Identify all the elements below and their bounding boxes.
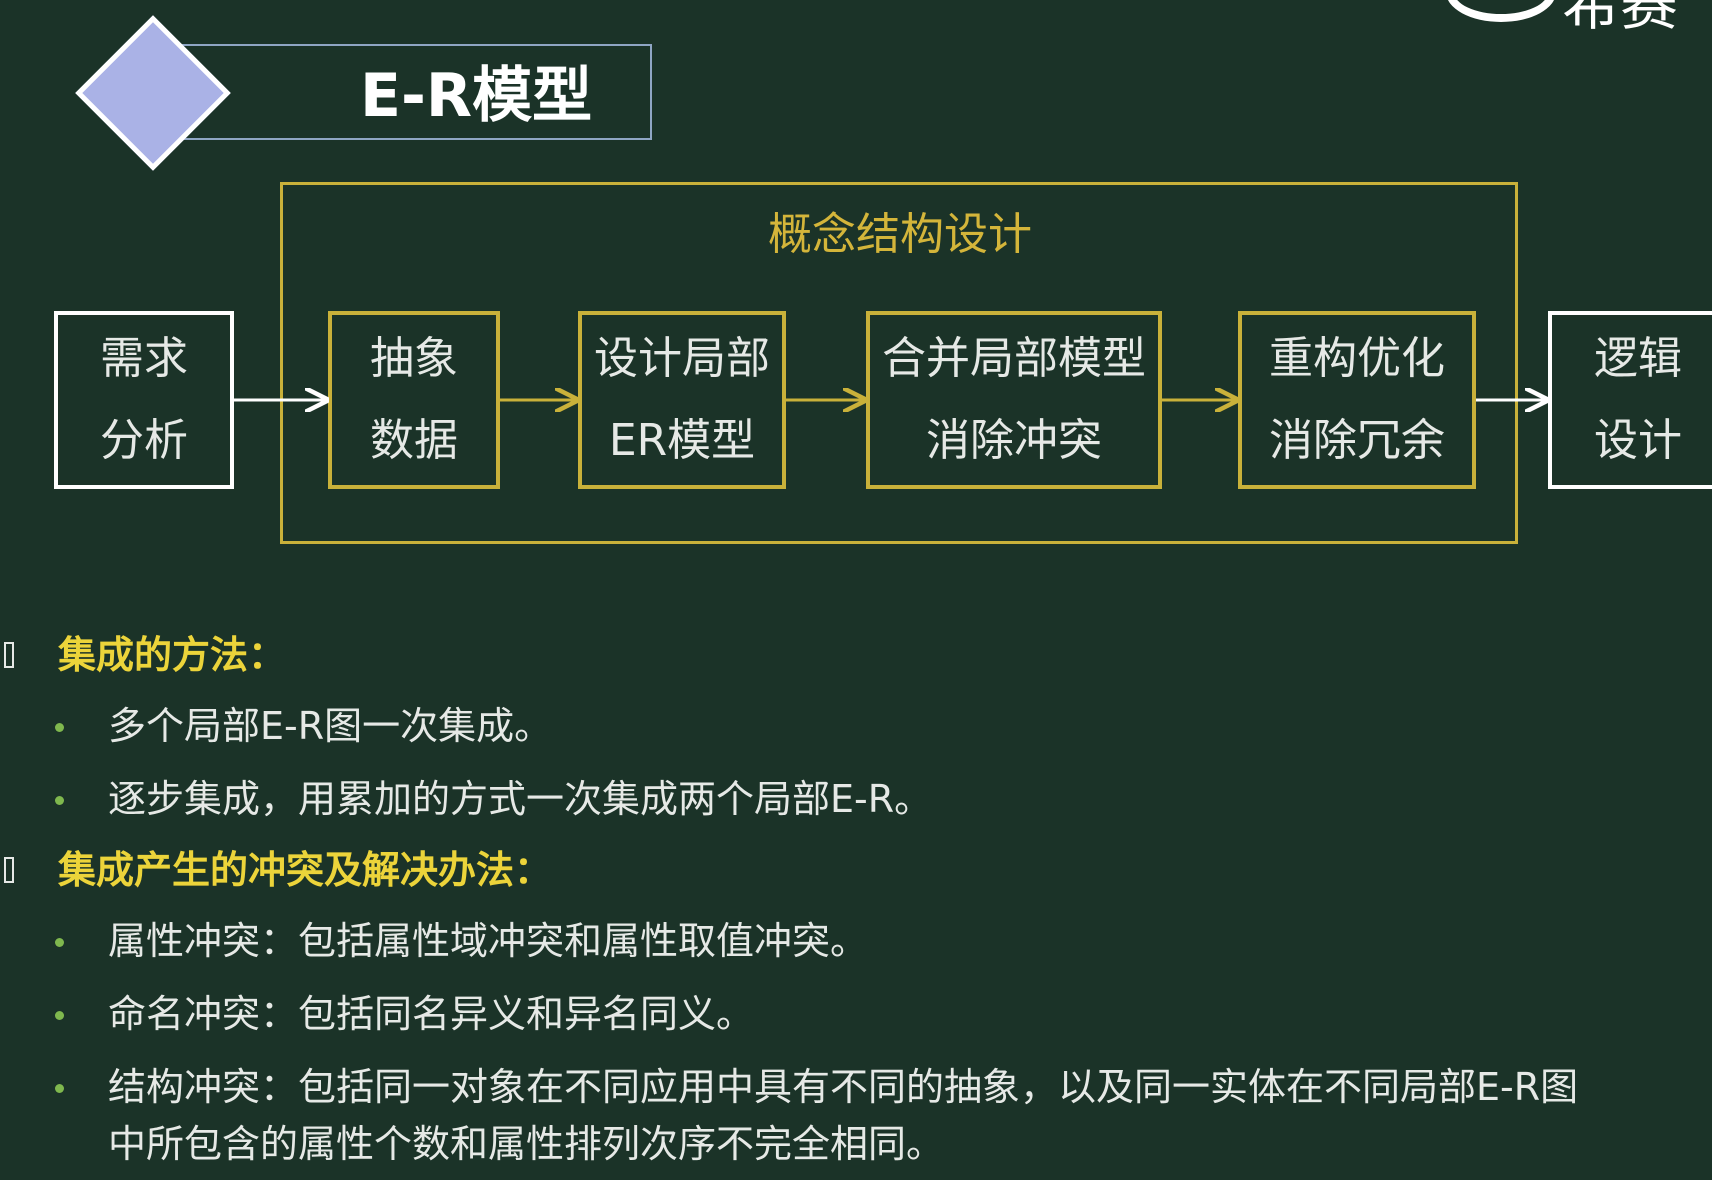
- bullet-text: 命名冲突：包括同名异义和异名同义。: [108, 992, 755, 1036]
- bullet-icon: [55, 723, 64, 732]
- bullet-icon: [55, 1011, 64, 1020]
- section-heading: 集成的方法：: [58, 633, 287, 677]
- section-heading: 集成产生的冲突及解决办法：: [58, 848, 553, 892]
- bullet-icon: [55, 938, 64, 947]
- bullet-text: 结构冲突：包括同一对象在不同应用中具有不同的抽象，以及同一实体在不同局部E-R图: [108, 1065, 1579, 1109]
- bullet-text-continued: 中所包含的属性个数和属性排列次序不完全相同。: [108, 1122, 945, 1166]
- bullet-text: 多个局部E-R图一次集成。: [108, 704, 553, 748]
- section-marker-icon: [4, 857, 14, 883]
- bullet-icon: [55, 796, 64, 805]
- bullet-icon: [55, 1084, 64, 1093]
- section-marker-icon: [4, 642, 14, 668]
- bullet-text: 逐步集成，用累加的方式一次集成两个局部E-R。: [108, 777, 933, 821]
- bullet-text: 属性冲突：包括属性域冲突和属性取值冲突。: [108, 919, 869, 963]
